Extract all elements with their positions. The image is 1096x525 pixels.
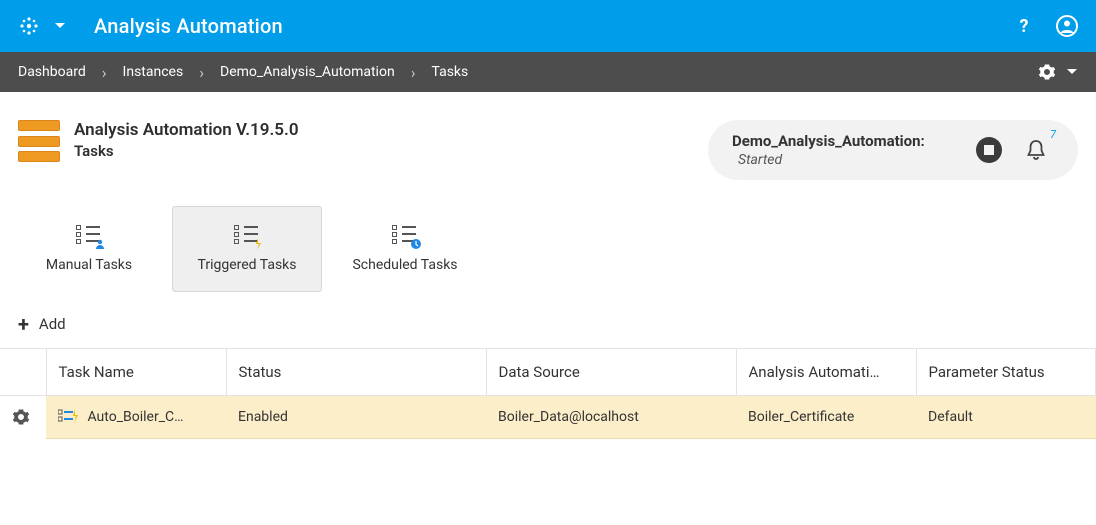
tasks-table: Task Name Status Data Source Analysis Au…: [0, 348, 1096, 439]
help-icon[interactable]: ?: [1014, 16, 1034, 36]
row-settings-cell[interactable]: [0, 396, 46, 439]
tab-label: Scheduled Tasks: [352, 257, 457, 273]
table-header[interactable]: Data Source: [486, 349, 736, 396]
manual-tasks-icon: [76, 225, 102, 247]
tab-label: Triggered Tasks: [197, 257, 296, 273]
task-trigger-icon: [58, 409, 78, 425]
page-header: Analysis Automation V.19.5.0 Tasks Demo_…: [0, 92, 1096, 190]
notifications-button[interactable]: 7: [1024, 138, 1048, 162]
cell-data-source: Boiler_Data@localhost: [486, 396, 736, 439]
cell-status: Enabled: [226, 396, 486, 439]
product-title: Analysis Automation V.19.5.0: [74, 120, 299, 140]
breadcrumb-item[interactable]: Dashboard: [18, 64, 86, 80]
app-menu-chevron-icon[interactable]: [54, 20, 66, 32]
instance-status-pill: Demo_Analysis_Automation: Started 7: [708, 120, 1078, 180]
breadcrumb-bar: Dashboard › Instances › Demo_Analysis_Au…: [0, 52, 1096, 92]
breadcrumb-item[interactable]: Instances: [123, 64, 184, 80]
app-logo-icon[interactable]: [18, 15, 40, 37]
task-type-tabs: Manual Tasks Triggered Tasks Scheduled T…: [0, 190, 1096, 292]
tab-label: Manual Tasks: [46, 257, 132, 273]
add-task-button[interactable]: + Add: [0, 292, 1096, 348]
table-header[interactable]: Parameter Status: [916, 349, 1096, 396]
breadcrumb-item[interactable]: Demo_Analysis_Automation: [220, 64, 395, 80]
chevron-right-icon: ›: [199, 63, 204, 82]
cell-task-name: Auto_Boiler_C…: [46, 396, 226, 439]
table-header[interactable]: Task Name: [46, 349, 226, 396]
scheduled-tasks-icon: [392, 225, 418, 247]
settings-gear-icon[interactable]: [1038, 63, 1056, 81]
breadcrumb-item[interactable]: Tasks: [432, 64, 469, 80]
cell-param-status: Default: [916, 396, 1096, 439]
table-row[interactable]: Auto_Boiler_C… Enabled Boiler_Data@local…: [0, 396, 1096, 439]
table-header[interactable]: Analysis Automati…: [736, 349, 916, 396]
chevron-right-icon: ›: [102, 63, 107, 82]
table-header-row: Task Name Status Data Source Analysis Au…: [0, 349, 1096, 396]
table-header-actions: [0, 349, 46, 396]
instance-state: Started: [738, 152, 925, 168]
server-stack-icon: [18, 120, 60, 162]
settings-chevron-icon[interactable]: [1066, 66, 1078, 78]
section-title: Tasks: [74, 142, 299, 160]
add-label: Add: [39, 315, 66, 333]
gear-icon: [12, 408, 30, 426]
app-header: Analysis Automation ?: [0, 0, 1096, 52]
stop-icon: [984, 145, 994, 155]
account-icon[interactable]: [1056, 15, 1078, 37]
triggered-tasks-icon: [234, 225, 260, 247]
cell-automation: Boiler_Certificate: [736, 396, 916, 439]
stop-button[interactable]: [976, 137, 1002, 163]
app-title: Analysis Automation: [94, 14, 283, 38]
tab-manual-tasks[interactable]: Manual Tasks: [14, 206, 164, 292]
plus-icon: +: [18, 314, 29, 334]
notification-count: 7: [1050, 128, 1056, 141]
tab-triggered-tasks[interactable]: Triggered Tasks: [172, 206, 322, 292]
instance-name: Demo_Analysis_Automation:: [732, 132, 925, 150]
table-header[interactable]: Status: [226, 349, 486, 396]
tab-scheduled-tasks[interactable]: Scheduled Tasks: [330, 206, 480, 292]
svg-text:?: ?: [1020, 16, 1029, 36]
chevron-right-icon: ›: [411, 63, 416, 82]
